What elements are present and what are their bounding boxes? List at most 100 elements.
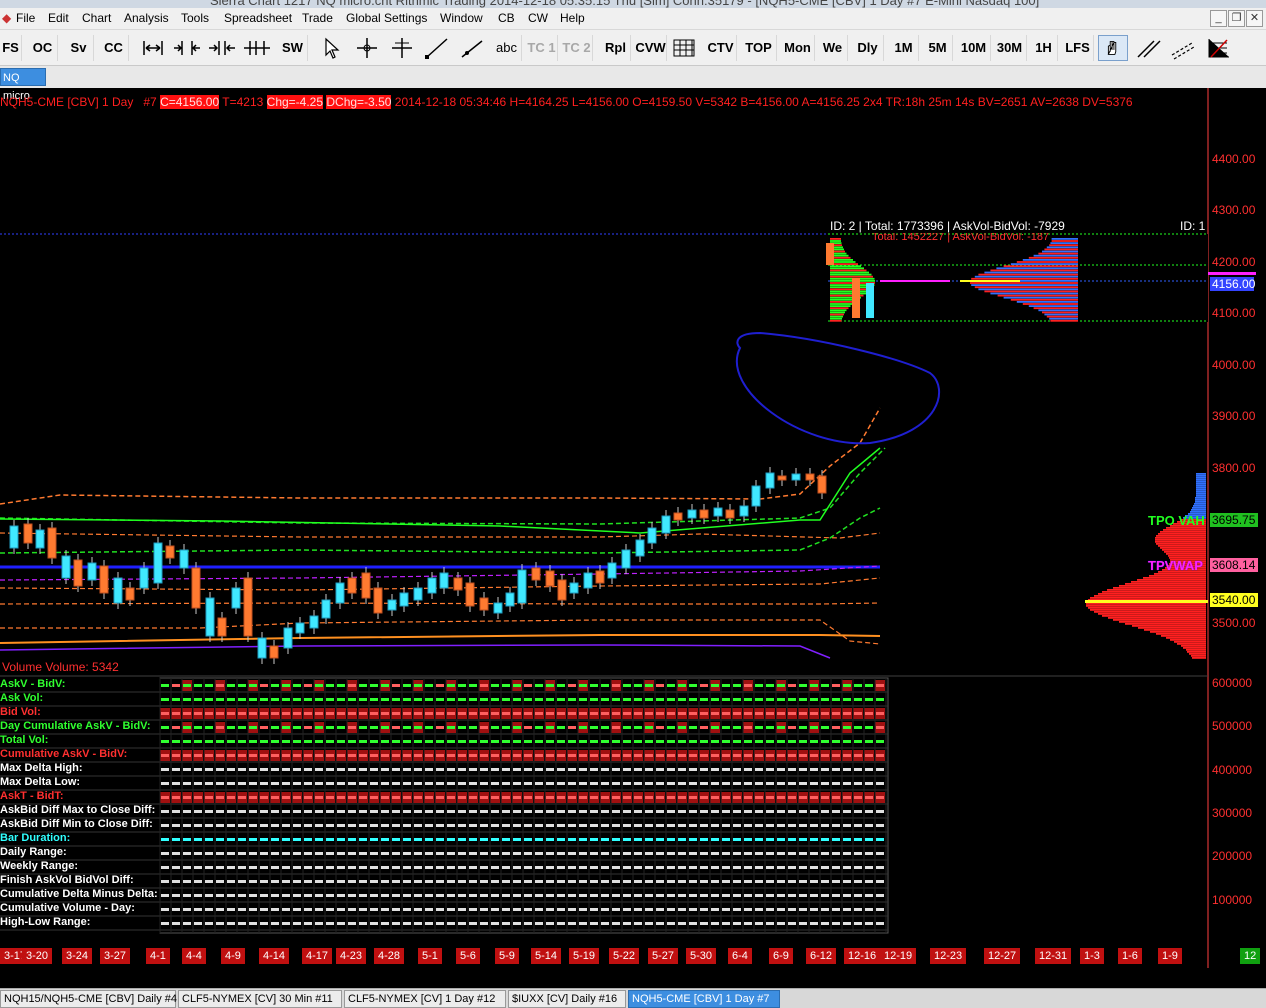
tab-nqh5-1day[interactable]: NQH5-CME [CBV] 1 Day #7 bbox=[628, 990, 780, 1008]
restore-icon[interactable]: ❐ bbox=[1228, 10, 1245, 27]
profile-bar-left bbox=[830, 315, 843, 318]
study-cell-value bbox=[744, 782, 752, 785]
tc1-button[interactable]: TC 1 bbox=[526, 35, 558, 61]
candle-down bbox=[165, 545, 175, 559]
study-cell-value bbox=[502, 740, 510, 743]
study-cell-value bbox=[381, 782, 389, 785]
30m-button[interactable]: 30M bbox=[993, 35, 1027, 61]
compress-bars-icon[interactable] bbox=[207, 35, 237, 61]
menu-analysis[interactable]: Analysis bbox=[124, 11, 169, 25]
menu-cb[interactable]: CB bbox=[498, 11, 515, 25]
crosshair-icon[interactable] bbox=[352, 35, 382, 61]
study-cell-value bbox=[854, 866, 862, 869]
menu-bar: ◆ File Edit Chart Analysis Tools Spreads… bbox=[0, 8, 1266, 30]
menu-window[interactable]: Window bbox=[440, 11, 483, 25]
cvw-button[interactable]: CVW bbox=[635, 35, 667, 61]
menu-tools[interactable]: Tools bbox=[181, 11, 209, 25]
minimize-icon[interactable]: _ bbox=[1210, 10, 1227, 27]
menu-file[interactable]: File bbox=[16, 11, 35, 25]
tab-nqh15-daily[interactable]: NQH15/NQH5-CME [CBV] Daily #4 bbox=[0, 990, 177, 1008]
right-profile-bar bbox=[1194, 503, 1206, 505]
date-label: 6-4 bbox=[728, 948, 752, 964]
menu-trade[interactable]: Trade bbox=[302, 11, 333, 25]
lfs-button[interactable]: LFS bbox=[1062, 35, 1094, 61]
study-cell-value bbox=[601, 726, 609, 729]
menu-spreadsheet[interactable]: Spreadsheet bbox=[224, 11, 292, 25]
fibonacci-icon[interactable] bbox=[1203, 35, 1233, 61]
5m-button[interactable]: 5M bbox=[923, 35, 953, 61]
expand-bars-icon[interactable] bbox=[172, 35, 202, 61]
top-button[interactable]: TOP bbox=[741, 35, 777, 61]
study-cell-value bbox=[788, 810, 796, 813]
fs-button[interactable]: FS bbox=[0, 35, 22, 61]
study-cell-value bbox=[722, 810, 730, 813]
study-cell-value bbox=[678, 922, 686, 925]
date-label: 5-22 bbox=[609, 948, 640, 964]
study-cell-value bbox=[282, 782, 290, 785]
menu-edit[interactable]: Edit bbox=[48, 11, 69, 25]
we-button[interactable]: We bbox=[818, 35, 848, 61]
app-icon[interactable]: ◆ bbox=[2, 11, 11, 25]
study-cell-value bbox=[612, 908, 620, 911]
ray-tool-icon[interactable] bbox=[457, 35, 487, 61]
rpl-button[interactable]: Rpl bbox=[601, 35, 631, 61]
study-cell-value bbox=[359, 838, 367, 841]
study-cell-value bbox=[326, 810, 334, 813]
study-cell-value bbox=[172, 740, 180, 743]
chartbook-tab[interactable]: NQ micro bbox=[0, 68, 46, 102]
price-chart-canvas[interactable] bbox=[0, 88, 1266, 968]
10m-button[interactable]: 10M bbox=[957, 35, 991, 61]
channel-tool-icon[interactable] bbox=[1168, 35, 1198, 61]
line-tool-icon[interactable] bbox=[422, 35, 452, 61]
value-tool-icon[interactable] bbox=[387, 35, 417, 61]
cc-button[interactable]: CC bbox=[99, 35, 129, 61]
study-cell-value bbox=[480, 684, 488, 687]
tc2-button[interactable]: TC 2 bbox=[561, 35, 593, 61]
dly-button[interactable]: Dly bbox=[852, 35, 884, 61]
close-icon[interactable]: ✕ bbox=[1246, 10, 1263, 27]
right-profile-bar bbox=[1156, 633, 1206, 635]
right-profile-bar bbox=[1094, 611, 1206, 613]
study-cell-value bbox=[700, 712, 708, 715]
study-cell-value bbox=[271, 810, 279, 813]
1m-button[interactable]: 1M bbox=[889, 35, 919, 61]
oc-button[interactable]: OC bbox=[28, 35, 58, 61]
abc-text-button[interactable]: abc bbox=[492, 35, 522, 61]
study-cell-value bbox=[810, 852, 818, 855]
sv-button[interactable]: Sv bbox=[64, 35, 94, 61]
date-label: 3-20 bbox=[22, 948, 53, 964]
study-cell-value bbox=[293, 810, 301, 813]
study-cell-value bbox=[513, 894, 521, 897]
tab-iuxx-daily[interactable]: $IUXX [CV] Daily #16 bbox=[508, 990, 626, 1008]
candle-down bbox=[73, 559, 83, 587]
mon-button[interactable]: Mon bbox=[781, 35, 815, 61]
ctv-button[interactable]: CTV bbox=[705, 35, 737, 61]
hand-icon[interactable] bbox=[1098, 35, 1128, 61]
study-cell-value bbox=[238, 754, 246, 757]
scale-bars-icon[interactable] bbox=[242, 35, 272, 61]
study-cell-value bbox=[634, 838, 642, 841]
zoom-fit-icon[interactable] bbox=[138, 35, 168, 61]
right-profile-bar bbox=[1191, 655, 1206, 657]
menu-global-settings[interactable]: Global Settings bbox=[346, 11, 427, 25]
study-cell-value bbox=[282, 838, 290, 841]
menu-help[interactable]: Help bbox=[560, 11, 585, 25]
hand-drawn-ellipse[interactable] bbox=[736, 331, 940, 445]
grid-icon[interactable] bbox=[670, 35, 700, 61]
1h-button[interactable]: 1H bbox=[1030, 35, 1058, 61]
study-cell-value bbox=[337, 698, 345, 701]
pointer-icon[interactable] bbox=[316, 35, 346, 61]
study-cell-value bbox=[689, 740, 697, 743]
sw-button[interactable]: SW bbox=[278, 35, 308, 61]
study-cell-value bbox=[370, 908, 378, 911]
tab-clf5-30min[interactable]: CLF5-NYMEX [CV] 30 Min #11 bbox=[178, 990, 342, 1008]
menu-cw[interactable]: CW bbox=[528, 11, 548, 25]
study-cell-value bbox=[843, 782, 851, 785]
chart-area[interactable]: NQH5-CME [CBV] 1 Day #7 C=4156.00 T=4213… bbox=[0, 88, 1266, 968]
study-label: Bid Vol: bbox=[0, 706, 41, 718]
menu-chart[interactable]: Chart bbox=[82, 11, 111, 25]
study-cell-value bbox=[535, 796, 543, 799]
tab-clf5-1day[interactable]: CLF5-NYMEX [CV] 1 Day #12 bbox=[344, 990, 506, 1008]
parallel-lines-icon[interactable] bbox=[1134, 35, 1164, 61]
study-cell-value bbox=[469, 726, 477, 729]
